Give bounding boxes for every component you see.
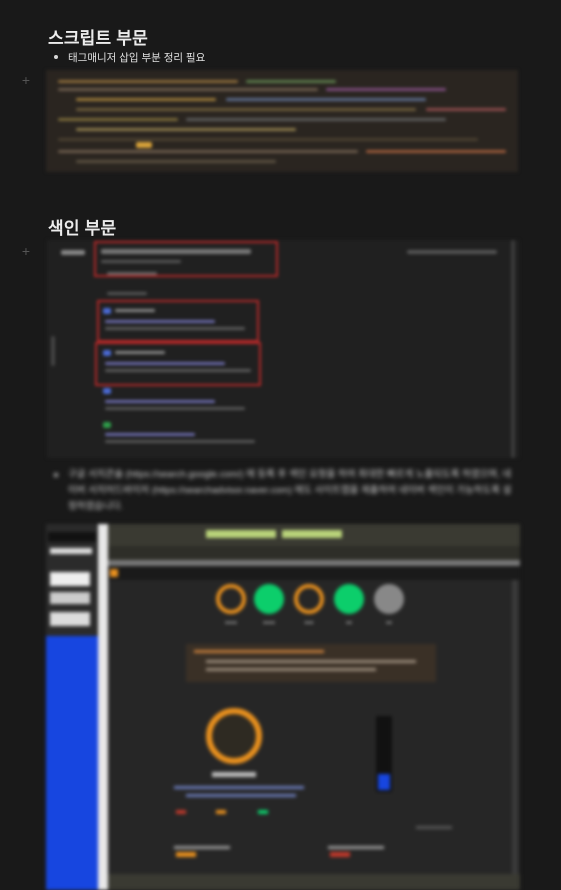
list-item-text: 태그매니저 삽입 부분 정리 필요 bbox=[68, 52, 206, 64]
index-paragraph: 구글 서치콘솔 (https://search.google.com/) 에 등… bbox=[68, 469, 512, 512]
bullet-dot bbox=[54, 473, 58, 477]
document-page: 스크립트 부문 태그매니저 삽입 부분 정리 필요 + 색인 부문 + 구글 서… bbox=[0, 0, 561, 890]
plus-icon[interactable]: + bbox=[20, 73, 32, 87]
search-console-screenshot bbox=[47, 240, 519, 458]
section-heading-script: 스크립트 부문 bbox=[48, 29, 148, 48]
plus-icon[interactable]: + bbox=[20, 244, 32, 258]
list-item: 태그매니저 삽입 부분 정리 필요 bbox=[52, 50, 205, 65]
bullet-dot bbox=[54, 55, 58, 59]
list-item: 구글 서치콘솔 (https://search.google.com/) 에 등… bbox=[52, 467, 512, 515]
section-heading-index: 색인 부문 bbox=[48, 219, 117, 238]
code-block-image bbox=[46, 70, 518, 172]
lighthouse-screenshot: ●●●● ●●●● ●●● ●● ●● bbox=[46, 524, 520, 890]
